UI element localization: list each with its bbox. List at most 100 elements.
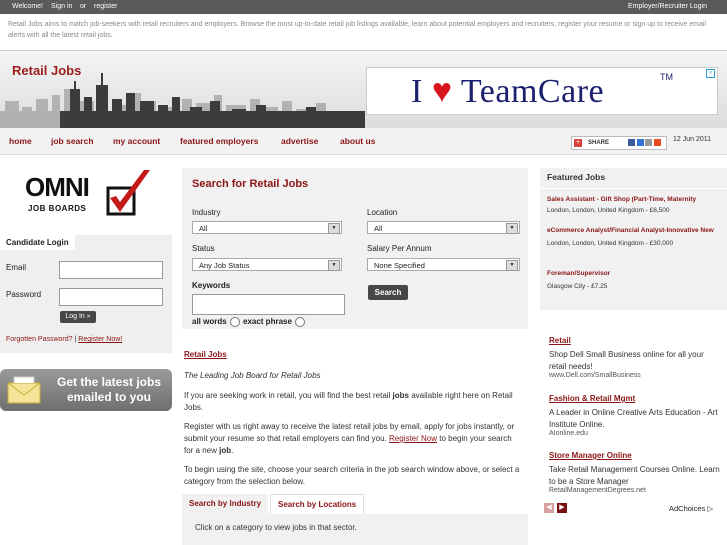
industry-value: All	[199, 224, 208, 233]
status-label: Status	[192, 244, 215, 253]
p2-end: .	[231, 446, 234, 455]
digg-icon	[645, 139, 653, 146]
tab-hint: Click on a category to view jobs in that…	[195, 523, 357, 532]
site-title[interactable]: Retail Jobs	[12, 63, 81, 78]
ad-body: Take Retail Management Courses Online. L…	[549, 465, 720, 486]
job-title: eCommerce Analyst/Financial Analyst-Inno…	[547, 227, 714, 234]
ad-tm: TM	[660, 72, 673, 82]
forgot-links: Forgotten Password? | Register Now!	[6, 336, 122, 343]
featured-jobs-title: Featured Jobs	[547, 172, 606, 182]
exact-phrase-radio[interactable]	[295, 317, 305, 327]
status-value: Any Job Status	[199, 261, 250, 270]
job-location: London, London, United Kingdom - £8,500	[547, 207, 670, 214]
intro-text: Retail Jobs aims to match job-seekers wi…	[8, 21, 706, 39]
featured-job[interactable]: eCommerce Analyst/Financial Analyst-Inno…	[547, 225, 725, 249]
main-tagline: The Leading Job Board for Retail Jobs	[184, 371, 321, 380]
all-words-radio[interactable]	[230, 317, 240, 327]
omni-logo[interactable]: OMNI JOB BOARDS	[8, 168, 158, 222]
intro-paragraph: If you are seeking work in retail, you w…	[184, 390, 520, 414]
location-label: Location	[367, 208, 398, 217]
adchoices-link[interactable]: AdChoices ▷	[669, 504, 713, 513]
ad-url[interactable]: AIonline.edu	[549, 430, 588, 437]
divider	[540, 188, 727, 189]
register-now-link[interactable]: Register Now!	[78, 336, 122, 343]
keywords-input[interactable]	[192, 294, 345, 315]
keywords-label: Keywords	[192, 281, 231, 290]
job-location: Glasgow City - £7.25	[547, 283, 608, 290]
skyline-graphic	[0, 73, 365, 129]
salary-value: None Specified	[374, 261, 425, 270]
register-link[interactable]: register	[94, 0, 117, 14]
ad-body: A Leader in Online Creative Arts Educati…	[549, 408, 718, 429]
teamcare-ad-banner[interactable]: I ♥ TeamCare TM x	[366, 67, 718, 115]
tab-panel: Click on a category to view jobs in that…	[182, 514, 528, 545]
candidate-login-box: Candidate Login Email Password Log In » …	[0, 235, 172, 353]
job-title: Foreman/Supervisor	[547, 270, 611, 277]
ad-title-link[interactable]: Store Manager Online	[549, 451, 632, 460]
main-nav: home job search my account featured empl…	[0, 128, 727, 155]
welcome-text: Welcome!	[12, 3, 43, 10]
p1-text: If you are seeking work in retail, you w…	[184, 391, 393, 400]
salary-label: Salary Per Annum	[367, 244, 432, 253]
ad-url[interactable]: RetailManagementDegrees.net	[549, 487, 646, 494]
email-input[interactable]	[59, 261, 163, 279]
nav-my-account[interactable]: my account	[113, 136, 160, 146]
ad-i: I	[411, 73, 423, 110]
ad-url[interactable]: www.Dell.com/SmallBusiness	[549, 372, 641, 379]
sponsored-ads: Retail Shop Dell Small Business online f…	[540, 330, 727, 520]
featured-job[interactable]: Sales Assistant - Gift Shop (Part-Time, …	[547, 194, 725, 216]
nav-home[interactable]: home	[9, 136, 32, 146]
register-paragraph: Register with us right away to receive t…	[184, 421, 520, 457]
heart-icon: ♥	[431, 73, 453, 110]
location-select[interactable]: All ▼	[367, 221, 520, 234]
share-button[interactable]: + SHARE	[571, 136, 667, 150]
forgot-password-link[interactable]: Forgotten Password?	[6, 336, 73, 343]
top-bar: Welcome! Sign in or register Employer/Re…	[0, 0, 727, 14]
facebook-icon	[628, 139, 635, 146]
industry-label: Industry	[192, 208, 221, 217]
login-button[interactable]: Log In »	[60, 311, 96, 323]
p1-bold: jobs	[392, 391, 409, 400]
envelope-icon	[7, 376, 41, 404]
ads-prev-arrow-icon[interactable]: ◀	[544, 503, 554, 513]
ad-title-link[interactable]: Fashion & Retail Mgmt	[549, 394, 635, 403]
search-title: Search for Retail Jobs	[192, 178, 309, 190]
category-tabs: Search by Industry Search by Locations C…	[182, 494, 528, 545]
exact-phrase-label: exact phrase	[243, 317, 292, 326]
ad-close-icon[interactable]: x	[706, 69, 715, 78]
password-label: Password	[6, 290, 42, 299]
ad-text: I ♥ TeamCare	[411, 73, 604, 111]
salary-select[interactable]: None Specified ▼	[367, 258, 520, 271]
share-label: SHARE	[588, 140, 610, 146]
dropdown-arrow-icon: ▼	[506, 223, 518, 234]
status-select[interactable]: Any Job Status ▼	[192, 258, 342, 271]
nav-job-search[interactable]: job search	[51, 136, 94, 146]
dropdown-arrow-icon: ▼	[506, 260, 518, 271]
ad-title-link[interactable]: Retail	[549, 336, 571, 345]
industry-select[interactable]: All ▼	[192, 221, 342, 234]
job-title: Sales Assistant - Gift Shop (Part-Time, …	[547, 196, 697, 203]
nav-advertise[interactable]: advertise	[281, 136, 318, 146]
header: Retail Jobs I ♥ TeamCare TM x	[0, 50, 727, 130]
tab-search-by-industry[interactable]: Search by Industry	[182, 494, 269, 514]
tab-search-by-locations[interactable]: Search by Locations	[270, 494, 365, 514]
employer-login-link[interactable]: Employer/Recruiter Login	[628, 0, 707, 14]
instructions-paragraph: To begin using the site, choose your sea…	[184, 465, 520, 486]
signin-link[interactable]: Sign in	[51, 0, 72, 14]
nav-featured-employers[interactable]: featured employers	[180, 136, 258, 146]
password-input[interactable]	[59, 288, 163, 306]
email-banner-text: Get the latest jobs emailed to you	[56, 375, 162, 404]
ad-brand: TeamCare	[460, 73, 605, 110]
ad-body: Shop Dell Small Business online for all …	[549, 350, 704, 371]
search-button[interactable]: Search	[368, 285, 408, 300]
current-date: 12 Jun 2011	[673, 136, 712, 143]
dropdown-arrow-icon: ▼	[328, 260, 340, 271]
register-now-inline-link[interactable]: Register Now	[389, 434, 437, 443]
job-location: London, London, United Kingdom - £30,000	[547, 240, 674, 247]
email-label: Email	[6, 263, 27, 272]
logo-name: OMNI	[25, 172, 90, 202]
nav-about-us[interactable]: about us	[340, 136, 375, 146]
email-alerts-banner[interactable]: Get the latest jobs emailed to you	[0, 369, 172, 411]
featured-job[interactable]: Foreman/Supervisor Glasgow City - £7.25	[547, 268, 725, 292]
ads-next-arrow-icon[interactable]: ▶	[557, 503, 567, 513]
